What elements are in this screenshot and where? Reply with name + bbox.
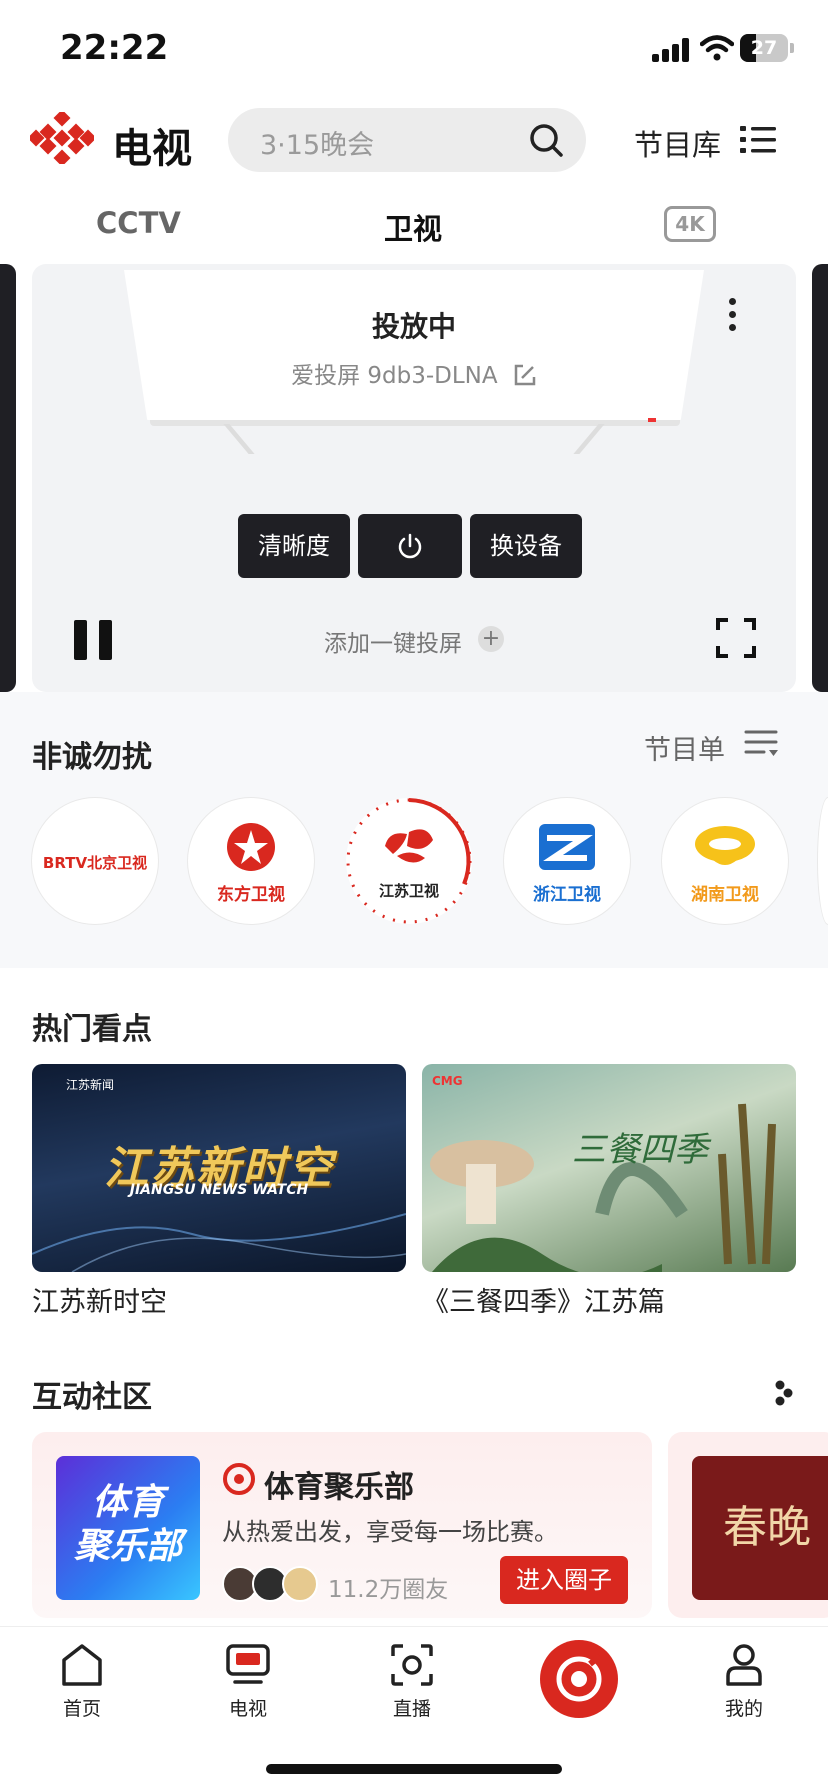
status-time: 22:22	[60, 28, 169, 68]
power-button[interactable]	[358, 514, 462, 578]
fullscreen-icon[interactable]	[716, 618, 756, 658]
add-icon[interactable]: +	[478, 626, 504, 652]
channel-jiangsu[interactable]: 江苏卫视	[346, 798, 472, 924]
tv-icon	[226, 1644, 270, 1684]
center-logo-icon	[556, 1653, 602, 1702]
nav-live[interactable]: 直播	[362, 1642, 462, 1721]
nav-label: 直播	[392, 1698, 431, 1720]
spring-gala-cover: 春晚	[692, 1456, 828, 1600]
now-playing-title: 非诚勿扰	[32, 740, 152, 775]
channel-zhejiang[interactable]: 浙江卫视	[504, 798, 630, 924]
home-icon	[62, 1644, 102, 1686]
hot-section-title: 热门看点	[32, 1012, 152, 1047]
zhejiang-tv-logo-icon	[539, 824, 595, 870]
more-icon[interactable]	[726, 298, 738, 338]
tab-4k[interactable]: 4K	[664, 206, 716, 242]
nav-tv[interactable]: 电视	[198, 1642, 298, 1721]
club-description: 从热爱出发，享受每一场比赛。	[222, 1518, 558, 1546]
join-circle-button[interactable]: 进入圈子	[500, 1556, 628, 1604]
club-name: 体育聚乐部	[264, 1470, 414, 1505]
hot-thumbnail-2[interactable]: CMG 三餐四季	[422, 1064, 796, 1272]
member-avatars	[222, 1566, 322, 1602]
app-title: 电视	[112, 126, 192, 172]
tab-satellite[interactable]: 卫视	[384, 206, 442, 248]
hot-caption-1[interactable]: 江苏新时空	[32, 1280, 167, 1319]
nav-home[interactable]: 首页	[32, 1642, 132, 1721]
profile-icon	[726, 1644, 762, 1686]
home-indicator	[266, 1764, 562, 1774]
member-count: 11.2万圈友	[328, 1577, 449, 1603]
club-cover: 体育 聚乐部	[56, 1456, 200, 1600]
more-arrow-icon[interactable]	[774, 1378, 794, 1408]
tab-cctv[interactable]: CCTV	[96, 206, 181, 240]
nav-label: 首页	[62, 1698, 101, 1720]
channel-hunan[interactable]: 湖南卫视	[662, 798, 788, 924]
schedule-icon[interactable]	[744, 728, 780, 760]
search-placeholder: 3·15晚会	[260, 130, 375, 161]
hunan-tv-logo-icon	[695, 826, 755, 865]
search-bar[interactable]: 3·15晚会	[228, 108, 586, 172]
cast-status: 投放中	[371, 310, 456, 343]
nav-label: 电视	[228, 1698, 267, 1720]
channel-brtv[interactable]: BRTV北京卫视	[32, 798, 158, 924]
dragon-tv-logo-icon	[227, 823, 275, 871]
schedule-link[interactable]: 节目单	[644, 728, 725, 767]
avatar	[282, 1566, 318, 1602]
cast-device-name[interactable]: 爱投屏 9db3-DLNA	[0, 356, 828, 390]
clarity-button[interactable]: 清晰度	[238, 514, 350, 578]
logo-icon	[30, 112, 94, 164]
pause-icon[interactable]	[74, 620, 112, 660]
channel-label: 江苏卫视	[378, 882, 439, 900]
jiangsu-tv-logo-icon	[385, 829, 433, 863]
channel-dongfang[interactable]: 东方卫视	[188, 798, 314, 924]
hot-thumbnail-1[interactable]: 江苏新闻 江苏新时空 JIANGSU NEWS WATCH	[32, 1064, 406, 1272]
channel-label: BRTV北京卫视	[42, 854, 148, 872]
live-icon	[391, 1644, 433, 1686]
club-logo-icon	[223, 1463, 255, 1495]
tv-led	[648, 418, 656, 422]
hot-caption-2[interactable]: 《三餐四季》江苏篇	[422, 1280, 665, 1319]
program-library-link[interactable]: 节目库	[634, 122, 721, 164]
add-one-click-cast[interactable]: 添加一键投屏	[324, 624, 462, 658]
battery-icon: 27	[740, 34, 794, 62]
community-title: 互动社区	[32, 1380, 152, 1415]
nav-center-button[interactable]	[540, 1640, 618, 1718]
channel-label: 湖南卫视	[691, 885, 759, 905]
nav-label: 我的	[724, 1698, 763, 1720]
search-icon[interactable]	[528, 122, 564, 158]
tv-illustration	[124, 270, 704, 420]
switch-device-button[interactable]: 换设备	[470, 514, 582, 578]
list-icon[interactable]	[740, 124, 776, 156]
thumb-headline: 三餐四季	[572, 1130, 708, 1170]
wifi-icon	[700, 35, 734, 61]
channel-label: 浙江卫视	[533, 885, 601, 905]
channel-label: 东方卫视	[217, 885, 285, 905]
power-icon	[398, 533, 422, 559]
map-lines	[32, 1213, 406, 1272]
edit-icon[interactable]	[513, 363, 537, 387]
signal-icon	[652, 38, 692, 62]
nav-mine[interactable]: 我的	[694, 1642, 794, 1721]
